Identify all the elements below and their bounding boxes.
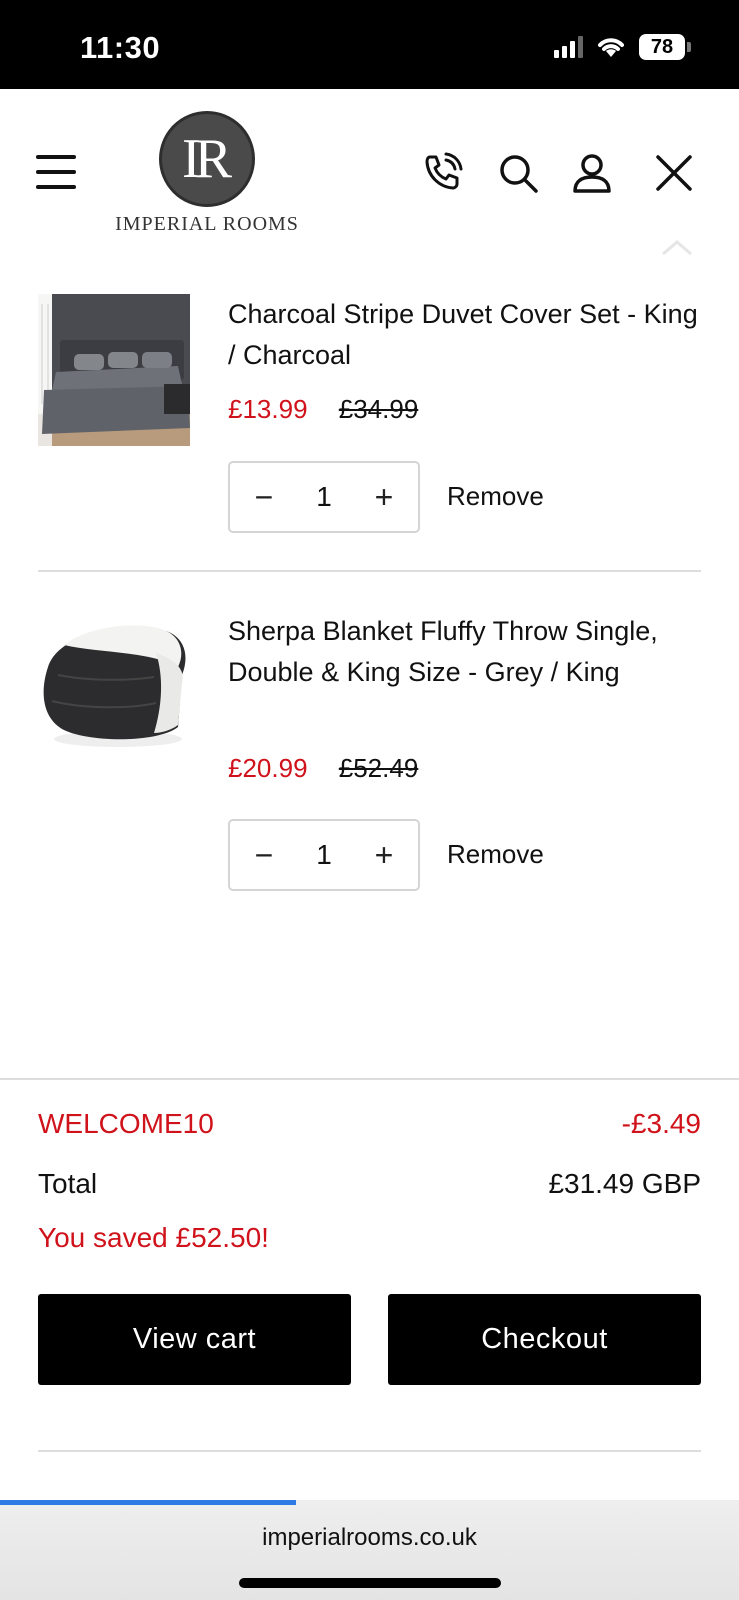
scroll-up-icon[interactable] (660, 237, 694, 257)
decrease-quantity-button[interactable]: − (250, 839, 278, 871)
item-divider (38, 570, 701, 572)
savings-row: You saved £52.50! (38, 1222, 701, 1254)
status-bar: 11:30 78 (0, 0, 739, 89)
cellular-signal-icon (554, 36, 583, 58)
compare-price: £34.99 (338, 394, 419, 424)
sale-price: £20.99 (228, 753, 308, 783)
remove-button[interactable]: Remove (447, 839, 544, 870)
sale-price: £13.99 (228, 394, 308, 424)
quantity-value[interactable]: 1 (316, 839, 332, 871)
total-label: Total (38, 1168, 98, 1199)
account-icon[interactable] (570, 151, 614, 195)
browser-address-bar: imperialrooms.co.uk (0, 1500, 739, 1600)
battery-icon: 78 (639, 34, 691, 60)
product-image-duvet[interactable] (38, 294, 190, 446)
increase-quantity-button[interactable]: + (370, 481, 398, 513)
decrease-quantity-button[interactable]: − (250, 481, 278, 513)
site-header: IR IMPERIAL ROOMS (0, 89, 739, 259)
price-row: £20.99 £52.49 (228, 753, 418, 784)
compare-price: £52.49 (338, 753, 419, 783)
search-icon[interactable] (496, 151, 540, 195)
close-icon[interactable] (652, 151, 696, 195)
product-title[interactable]: Charcoal Stripe Duvet Cover Set - King /… (228, 294, 698, 376)
quantity-stepper: − 1 + (228, 819, 420, 891)
status-time: 11:30 (80, 30, 161, 65)
home-indicator[interactable] (239, 1578, 501, 1588)
product-image-blanket[interactable] (38, 611, 190, 763)
increase-quantity-button[interactable]: + (370, 839, 398, 871)
checkout-button[interactable]: Checkout (388, 1294, 701, 1385)
savings-message: You saved £52.50! (38, 1222, 269, 1253)
status-indicators: 78 (554, 34, 691, 60)
menu-icon[interactable] (36, 155, 76, 189)
quantity-stepper: − 1 + (228, 461, 420, 533)
logo[interactable]: IR IMPERIAL ROOMS (112, 111, 302, 236)
total-row: Total £31.49 GBP (38, 1168, 701, 1200)
total-value: £31.49 GBP (548, 1168, 701, 1199)
url-field[interactable]: imperialrooms.co.uk (0, 1524, 739, 1552)
price-row: £13.99 £34.99 (228, 394, 418, 425)
phone-icon[interactable] (420, 151, 464, 195)
wifi-icon (598, 38, 624, 57)
cart-item: Charcoal Stripe Duvet Cover Set - King /… (38, 294, 701, 544)
remove-button[interactable]: Remove (447, 481, 544, 512)
discount-row: WELCOME10 -£3.49 (38, 1108, 701, 1140)
logo-text: IMPERIAL ROOMS (115, 213, 299, 235)
view-cart-button[interactable]: View cart (38, 1294, 351, 1385)
discount-code: WELCOME10 (38, 1108, 214, 1139)
discount-amount: -£3.49 (621, 1108, 701, 1139)
logo-emblem: IR (159, 111, 255, 207)
product-title[interactable]: Sherpa Blanket Fluffy Throw Single, Doub… (228, 611, 698, 693)
summary-divider (0, 1078, 739, 1080)
quantity-value[interactable]: 1 (316, 481, 332, 513)
battery-level: 78 (639, 34, 685, 60)
page-load-progress (0, 1500, 296, 1505)
cart-item: Sherpa Blanket Fluffy Throw Single, Doub… (38, 611, 701, 901)
bottom-divider (38, 1450, 701, 1452)
